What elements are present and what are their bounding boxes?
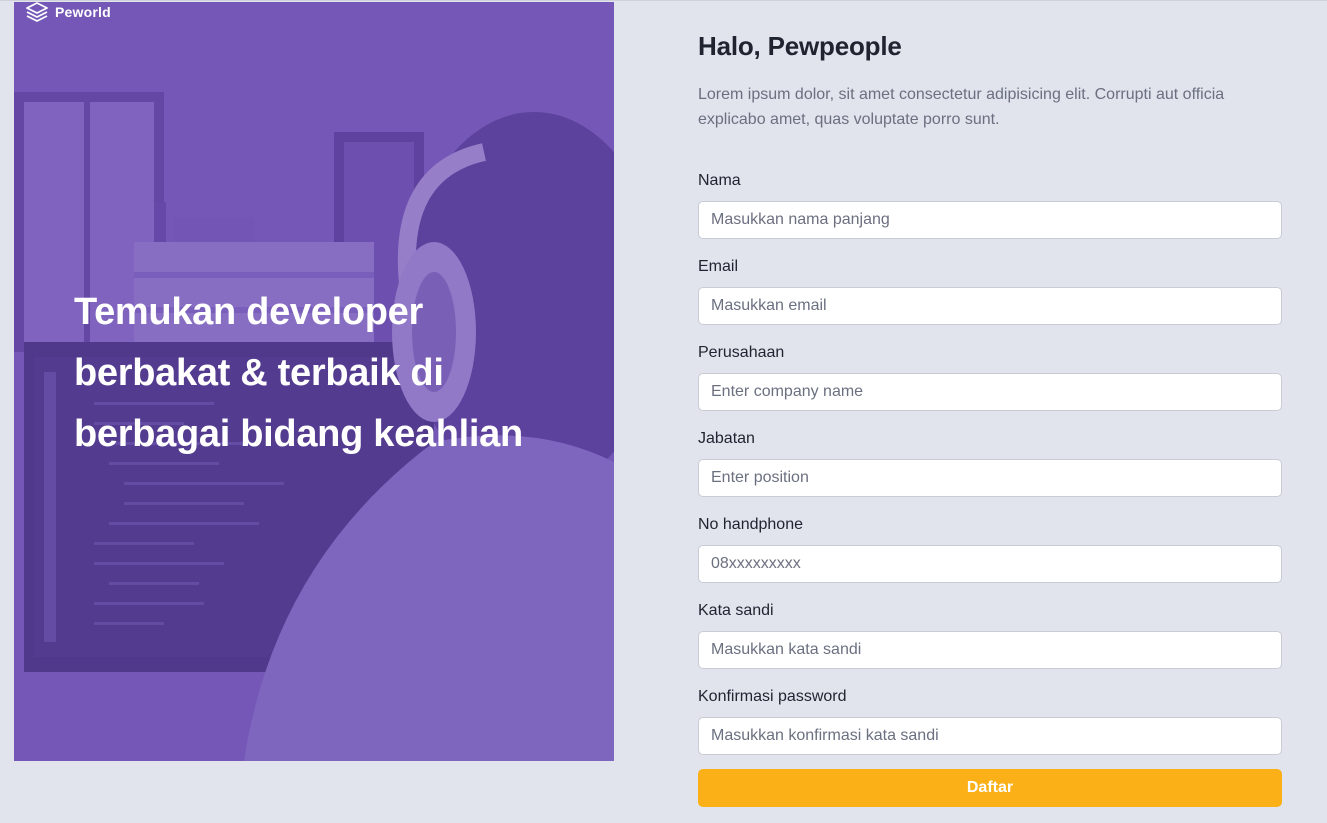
email-label: Email bbox=[698, 258, 739, 275]
confirm-password-field-group: Konfirmasi password bbox=[698, 687, 1282, 755]
brand-name: Peworld bbox=[55, 4, 111, 20]
position-field-group: Jabatan bbox=[698, 429, 1282, 497]
company-label: Perusahaan bbox=[698, 344, 785, 361]
layers-icon bbox=[26, 2, 48, 22]
company-field-group: Perusahaan bbox=[698, 343, 1282, 411]
company-input[interactable] bbox=[698, 373, 1282, 411]
position-label: Jabatan bbox=[698, 430, 755, 447]
brand-logo[interactable]: Peworld bbox=[26, 2, 111, 22]
phone-label: No handphone bbox=[698, 516, 803, 533]
register-form: Halo, Pewpeople Lorem ipsum dolor, sit a… bbox=[698, 29, 1282, 807]
email-input[interactable] bbox=[698, 287, 1282, 325]
name-field-group: Nama bbox=[698, 171, 1282, 239]
page-title: Halo, Pewpeople bbox=[698, 31, 902, 61]
confirm-password-label: Konfirmasi password bbox=[698, 688, 847, 705]
name-input[interactable] bbox=[698, 201, 1282, 239]
password-input[interactable] bbox=[698, 631, 1282, 669]
position-input[interactable] bbox=[698, 459, 1282, 497]
hero-panel: Peworld Temukan developer berbakat & ter… bbox=[14, 2, 614, 761]
phone-input[interactable] bbox=[698, 545, 1282, 583]
name-label: Nama bbox=[698, 172, 741, 189]
register-button[interactable]: Daftar bbox=[698, 769, 1282, 807]
password-field-group: Kata sandi bbox=[698, 601, 1282, 669]
email-field-group: Email bbox=[698, 257, 1282, 325]
intro-text: Lorem ipsum dolor, sit amet consectetur … bbox=[698, 86, 1225, 128]
phone-field-group: No handphone bbox=[698, 515, 1282, 583]
hero-headline: Temukan developer berbakat & terbaik di … bbox=[74, 291, 523, 455]
password-label: Kata sandi bbox=[698, 602, 774, 619]
confirm-password-input[interactable] bbox=[698, 717, 1282, 755]
